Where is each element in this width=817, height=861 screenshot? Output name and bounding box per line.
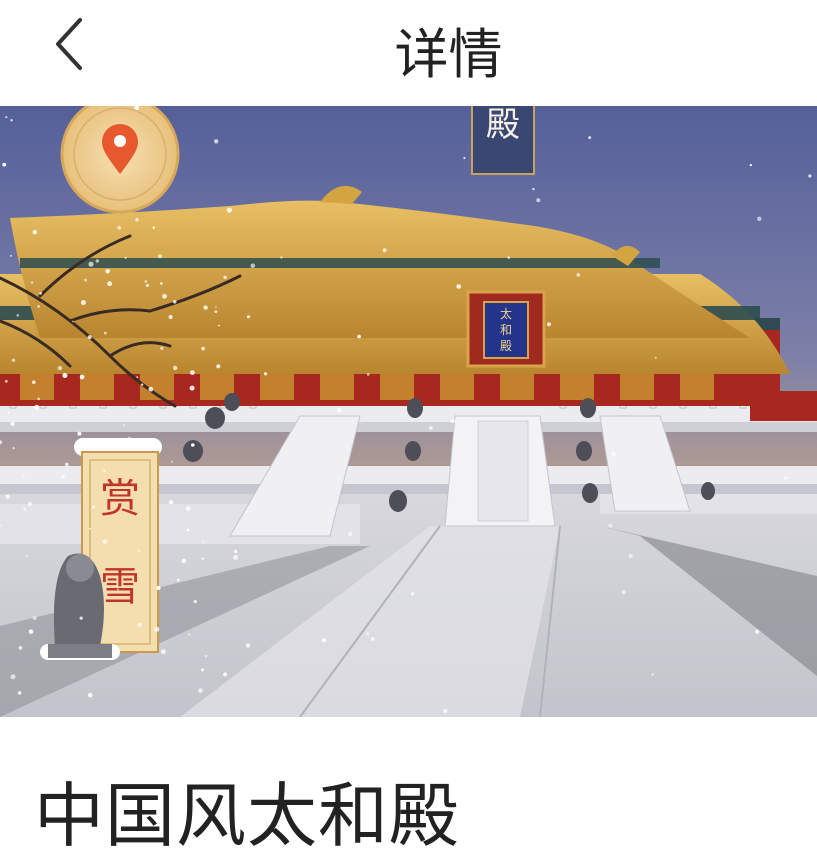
hero-image[interactable]: 太 和 殿 殿 赏 雪 [0, 106, 817, 717]
hall-plaque: 太 和 殿 [466, 290, 546, 368]
location-badge[interactable] [60, 106, 180, 214]
svg-text:太: 太 [500, 306, 512, 321]
top-plaque-text: 殿 [486, 106, 520, 145]
snow-label-char-1: 赏 [100, 476, 140, 522]
svg-text:和: 和 [500, 323, 512, 337]
top-plaque: 殿 [471, 106, 535, 175]
svg-text:殿: 殿 [500, 339, 512, 353]
snow-label-char-2: 雪 [100, 564, 140, 610]
content-title: 中国风太和殿 [34, 775, 460, 857]
page-header-title: 详情 [394, 23, 503, 86]
app-header: 详情 [0, 0, 817, 106]
